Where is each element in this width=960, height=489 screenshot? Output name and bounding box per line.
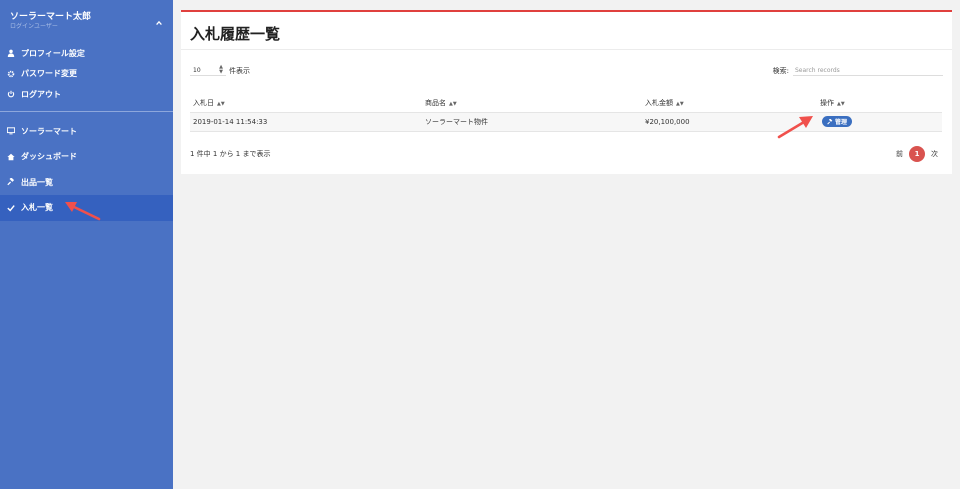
manage-button[interactable]: 管理 [822,116,853,127]
sort-icon: ▲▼ [217,101,225,108]
gear-icon [7,70,15,78]
power-icon [7,90,15,98]
sidebar-item-label: 入札一覧 [21,203,53,213]
search-input[interactable] [793,65,943,76]
search-label: 検索: [772,66,789,75]
pagination-next[interactable]: 次 [931,149,938,159]
sort-icon: ▲▼ [676,101,684,108]
manage-button-label: 管理 [835,119,848,126]
table-header-row: 入札日 ▲▼ 商品名 ▲▼ 入札金額 ▲▼ 操作 ▲▼ [190,95,942,113]
chevron-up-icon[interactable] [155,12,163,26]
sidebar-item-password[interactable]: パスワード変更 [0,64,173,85]
gavel-icon [7,178,15,186]
sidebar-item-solarmart[interactable]: ソーラーマート [0,119,173,145]
column-header-label: 入札金額 [645,99,673,108]
user-role: ログインユーザー [10,23,58,30]
column-header-label: 商品名 [425,99,446,108]
page-length-select[interactable]: 10 ▲ ▼ [190,65,226,76]
sidebar-item-logout[interactable]: ログアウト [0,84,173,105]
sort-icon: ▲▼ [449,101,457,108]
bid-table: 入札日 ▲▼ 商品名 ▲▼ 入札金額 ▲▼ 操作 ▲▼ 2019-01-14 11:54… [190,95,942,132]
sidebar-divider [0,110,173,112]
sidebar-item-profile[interactable]: プロフィール設定 [0,43,173,64]
user-icon [7,49,15,58]
select-arrows-icon: ▲ ▼ [219,64,223,75]
pagination-prev[interactable]: 前 [896,149,903,159]
sidebar-item-label: パスワード変更 [21,69,77,79]
gavel-icon [827,118,833,124]
page-length-control: 10 ▲ ▼ 件表示 [190,65,250,76]
column-header-bid-amount[interactable]: 入札金額 ▲▼ [642,95,817,113]
cell-bid-amount: ¥20,100,000 [642,112,817,132]
sort-icon: ▲▼ [837,101,845,108]
cell-actions: 管理 [817,112,942,132]
title-divider [181,49,952,50]
column-header-bid-date[interactable]: 入札日 ▲▼ [190,95,422,113]
search-control: 検索: [773,65,943,76]
page-title: 入札履歴一覧 [190,25,281,43]
sidebar-item-bids[interactable]: 入札一覧 [0,195,173,221]
sidebar-item-label: ダッシュボード [21,152,77,162]
pagination-page-current[interactable]: 1 [909,146,925,162]
sidebar-item-label: 出品一覧 [21,177,53,187]
table-info: 1 件中 1 から 1 まで表示 [190,150,271,158]
sidebar-item-dashboard[interactable]: ダッシュボード [0,144,173,170]
column-header-label: 入札日 [193,99,214,108]
column-header-label: 操作 [820,99,834,108]
bid-history-panel: 入札履歴一覧 10 ▲▼ 件表示 検索: 入札日▲▼ 商品名▲▼ 入札金額▲▼ … [181,10,952,174]
sidebar-item-label: ソーラーマート [21,126,77,136]
desktop-icon [7,127,15,135]
user-block[interactable]: ソーラーマート太郎 ログインユーザー [0,0,173,40]
account-menu: プロフィール設定 パスワード変更 ログアウト [0,43,173,105]
page-length-suffix: 件表示 [229,66,250,75]
main-menu: ソーラーマート ダッシュボード 出品一覧 入札一覧 [0,119,173,221]
user-name: ソーラーマート太郎 [10,12,92,22]
sidebar-item-label: ログアウト [21,89,61,99]
sidebar-item-label: プロフィール設定 [21,48,85,58]
cell-product-name: ソーラーマート物件 [422,112,642,132]
cell-bid-date: 2019-01-14 11:54:33 [190,112,422,132]
table-row: 2019-01-14 11:54:33 ソーラーマート物件 ¥20,100,00… [190,112,942,132]
sidebar-item-listings[interactable]: 出品一覧 [0,170,173,196]
pagination: 前 1 次 [896,146,938,162]
home-icon [7,153,15,161]
page-length-value: 10 [193,66,201,74]
sidebar: ソーラーマート太郎 ログインユーザー プロフィール設定 パスワード変更 ログアウ… [0,0,173,489]
column-header-actions[interactable]: 操作 ▲▼ [817,95,942,113]
column-header-product-name[interactable]: 商品名 ▲▼ [422,95,642,113]
check-icon [7,204,15,212]
